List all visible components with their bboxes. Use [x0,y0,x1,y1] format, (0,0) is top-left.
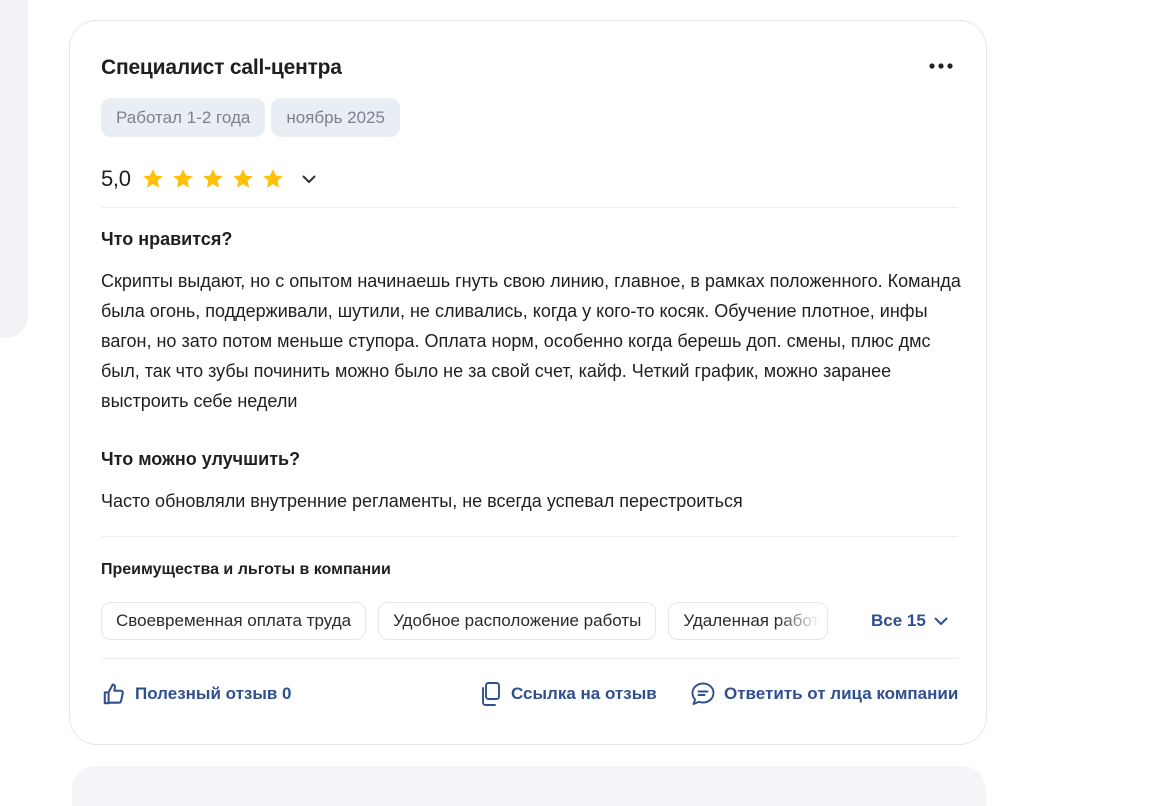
review-card: Специалист call-центра Работал 1-2 года … [69,20,987,745]
review-actions: Полезный отзыв 0 Ссылка на отзыв Ответит… [101,681,961,711]
side-panel [0,0,28,338]
reply-button[interactable]: Ответить от лица компании [690,681,958,707]
benefit-chip: Удобное расположение работы [378,602,657,640]
star-icon [172,169,193,188]
tag-experience: Работал 1-2 года [101,98,266,137]
tag-date: ноябрь 2025 [271,98,400,137]
chevron-down-icon [934,617,948,625]
chevron-down-icon [302,175,316,183]
divider [101,536,958,537]
star-icon [142,169,163,188]
show-all-label: Все 15 [871,611,926,630]
review-title: Специалист call-центра [101,56,342,79]
reply-label: Ответить от лица компании [724,684,959,703]
benefit-chip: Своевременная оплата труда [101,602,367,640]
rating-value: 5,0 [101,166,131,191]
rating: 5,0 [101,166,319,192]
next-review-card [72,766,986,806]
helpful-button[interactable]: Полезный отзыв 0 [101,681,292,707]
star-icon [202,169,223,188]
benefit-chip: Удаленная работа [668,602,829,640]
show-all-benefits-button[interactable]: Все 15 [871,611,948,631]
copy-link-label: Ссылка на отзыв [511,684,657,703]
review-tags: Работал 1-2 года ноябрь 2025 [101,98,400,137]
copy-icon [482,682,500,706]
likes-heading: Что нравится? [101,229,233,249]
improve-text: Часто обновляли внутренние регламенты, н… [101,491,743,511]
benefits-heading: Преимущества и льготы в компании [101,561,391,578]
divider [101,207,958,208]
rating-details-toggle[interactable] [299,169,319,189]
star-icon [232,169,253,188]
divider [101,658,958,659]
thumbs-up-icon [103,683,124,705]
chat-bubble-icon [691,682,715,705]
likes-text: Скрипты выдают, но с опытом начинаешь гн… [101,271,961,411]
helpful-label: Полезный отзыв 0 [135,684,292,703]
rating-stars [141,167,285,191]
benefits-list: Своевременная оплата труда Удобное распо… [101,602,829,640]
more-icon [929,63,953,69]
more-options-button[interactable] [926,51,956,81]
star-icon [262,169,283,188]
improve-heading: Что можно улучшить? [101,449,301,469]
copy-link-button[interactable]: Ссылка на отзыв [479,681,657,707]
